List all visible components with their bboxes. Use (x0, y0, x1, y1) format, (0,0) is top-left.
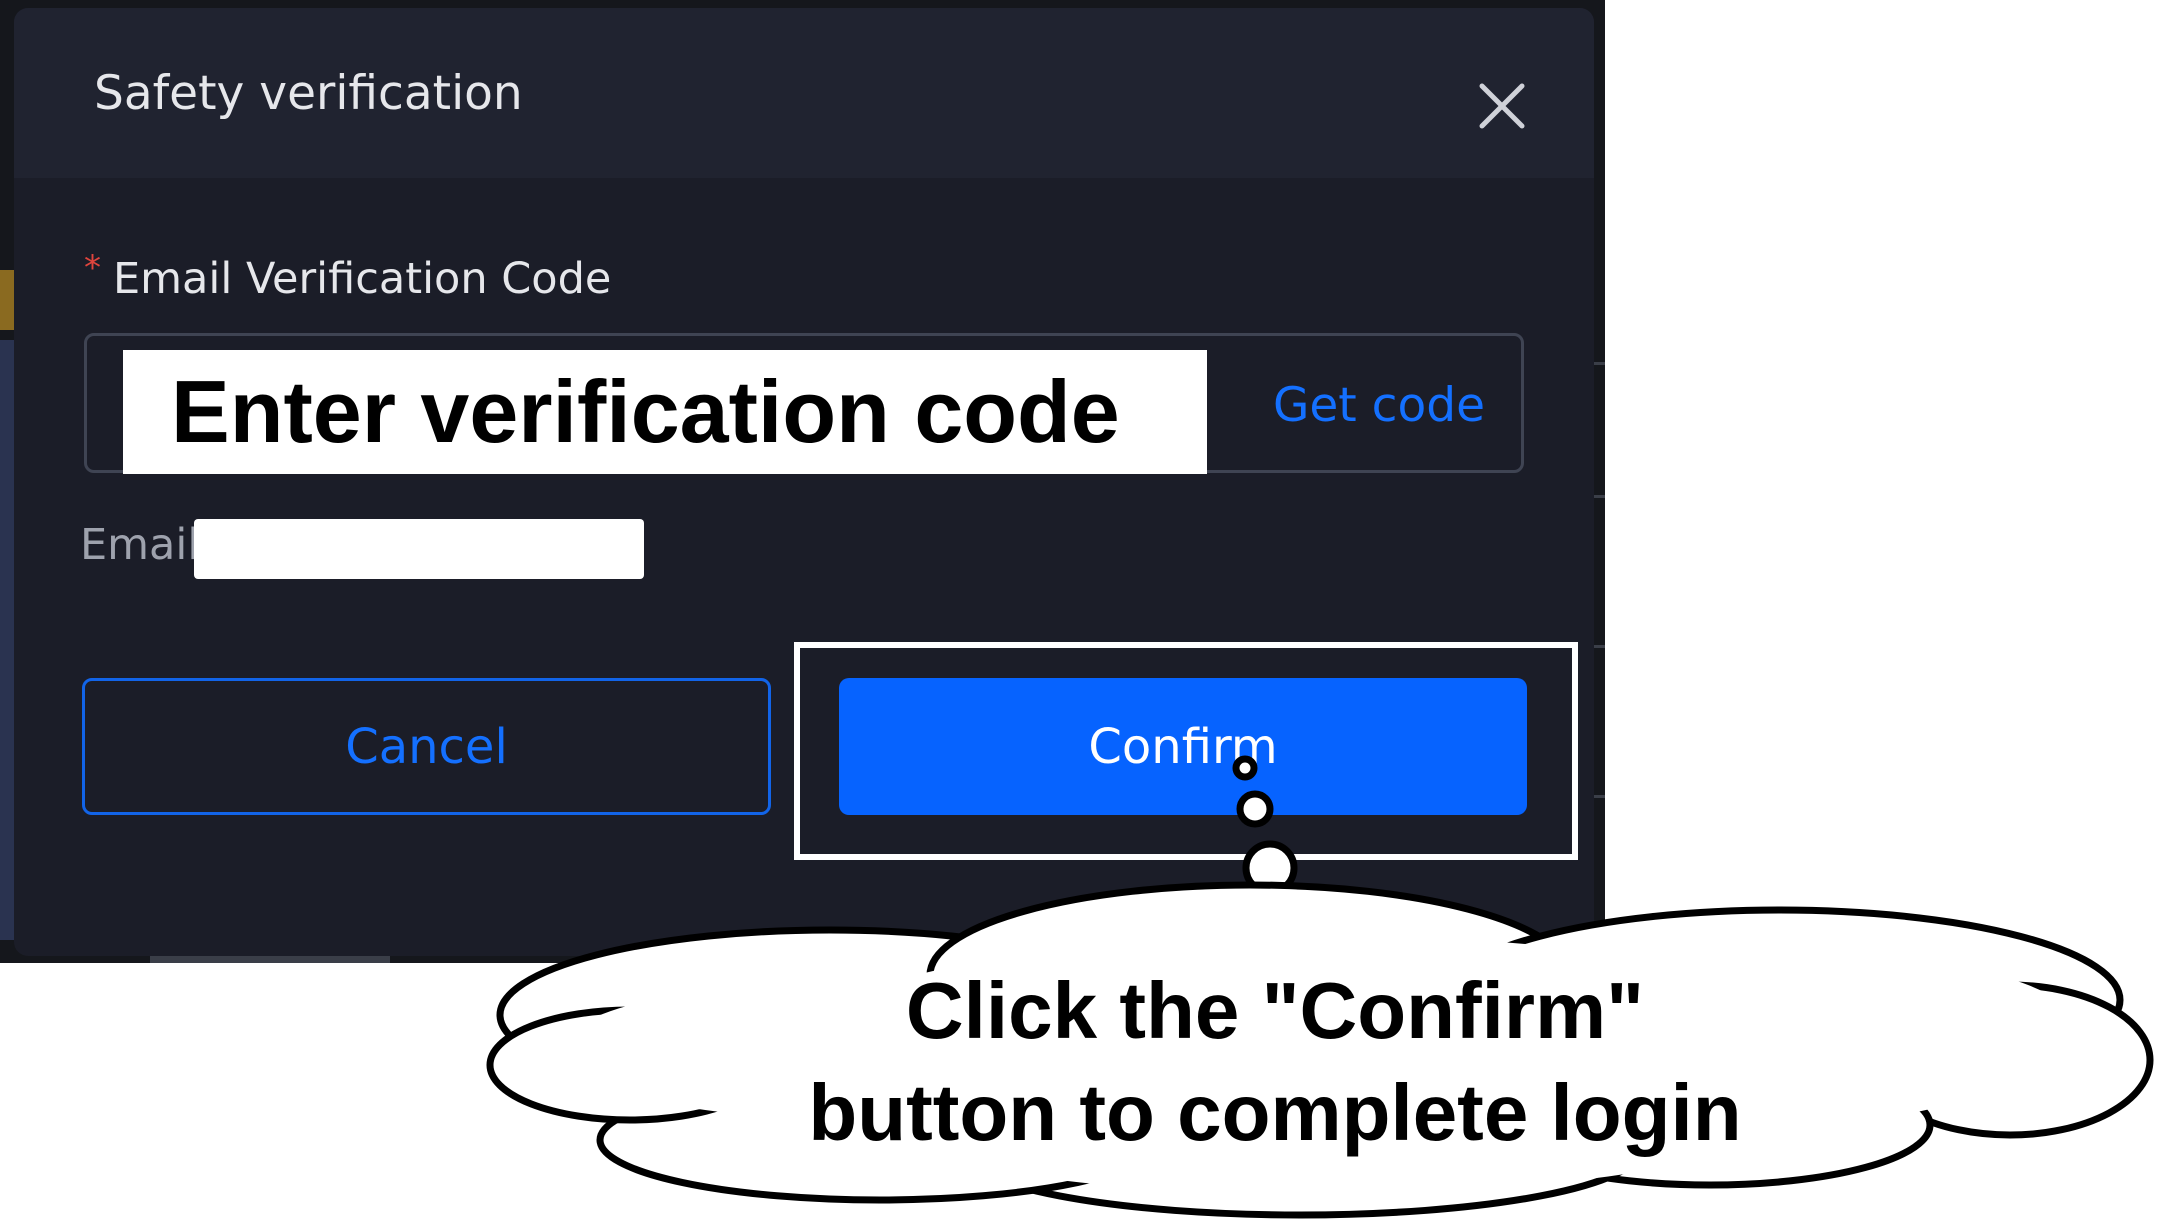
get-code-link[interactable]: Get code (1273, 378, 1485, 433)
callout-line-1: Click the "Confirm" (905, 966, 1645, 1055)
dialog-header: Safety verification (14, 8, 1594, 178)
close-icon[interactable] (1472, 76, 1532, 136)
confirm-highlight-box (794, 642, 1578, 860)
backdrop-stripe (0, 270, 14, 330)
verification-code-field: Get code (84, 333, 1524, 474)
callout-text: Click the "Confirm" button to complete l… (740, 960, 1810, 1164)
required-mark: * (84, 248, 101, 288)
verification-code-input[interactable] (123, 350, 1207, 474)
redacted-email-value (194, 519, 644, 579)
backdrop-stripe (1594, 362, 1605, 365)
backdrop-stripe (1594, 495, 1605, 498)
verification-code-label: * Email Verification Code (84, 248, 611, 304)
backdrop-stripe (0, 340, 14, 940)
backdrop-stripe (1594, 795, 1605, 798)
backdrop-stripe (1594, 645, 1605, 648)
verification-code-label-text: Email Verification Code (113, 254, 612, 304)
email-label: Email (80, 520, 200, 570)
callout-line-2: button to complete login (808, 1068, 1742, 1157)
cancel-button[interactable]: Cancel (82, 678, 771, 815)
dialog-title: Safety verification (94, 66, 523, 121)
